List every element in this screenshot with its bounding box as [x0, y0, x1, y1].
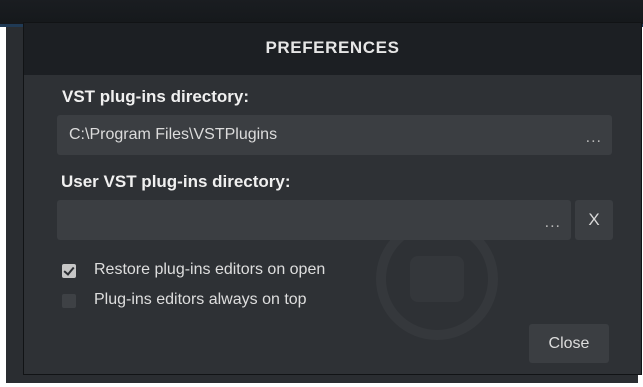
editors-on-top-label: Plug-ins editors always on top: [94, 291, 307, 308]
restore-editors-checkbox[interactable]: [62, 264, 76, 278]
dialog-header: PREFERENCES: [24, 23, 641, 75]
editors-on-top-checkbox[interactable]: [62, 294, 76, 308]
vst-directory-label: VST plug-ins directory:: [62, 87, 250, 106]
vst-directory-field[interactable]: C:\Program Files\VSTPlugins ...: [57, 115, 612, 155]
dialog-title: PREFERENCES: [265, 38, 400, 57]
close-button[interactable]: Close: [529, 324, 609, 363]
preferences-dialog: PREFERENCES VST plug-ins directory: C:\P…: [24, 23, 641, 374]
user-vst-directory-clear-button[interactable]: X: [575, 200, 613, 240]
vst-directory-value: C:\Program Files\VSTPlugins: [69, 126, 278, 143]
checkmark-icon: [63, 264, 75, 276]
user-vst-directory-label: User VST plug-ins directory:: [61, 172, 291, 191]
user-vst-directory-field[interactable]: ...: [57, 200, 571, 240]
vst-directory-browse-button[interactable]: ...: [586, 129, 602, 147]
restore-editors-label: Restore plug-ins editors on open: [94, 261, 326, 278]
user-vst-directory-browse-button[interactable]: ...: [545, 214, 561, 232]
